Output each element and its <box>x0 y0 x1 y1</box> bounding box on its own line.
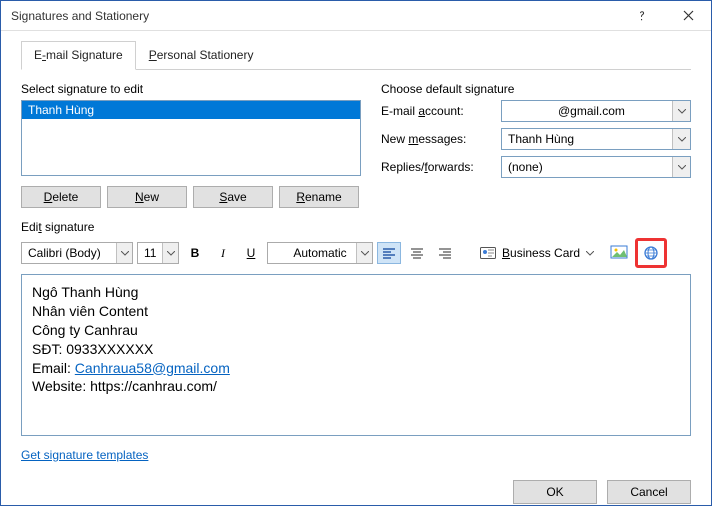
list-item[interactable]: Thanh Hùng <box>22 101 360 119</box>
tabs: E-mail Signature Personal Stationery <box>21 41 691 70</box>
insert-picture-button[interactable] <box>607 242 631 264</box>
help-icon <box>636 10 648 22</box>
replies-forwards-combo[interactable]: (none) <box>501 156 691 178</box>
close-button[interactable] <box>665 1 711 31</box>
save-button[interactable]: Save <box>193 186 273 208</box>
align-right-button[interactable] <box>433 242 457 264</box>
select-signature-label: Select signature to edit <box>21 82 361 96</box>
new-messages-value: Thanh Hùng <box>508 132 574 146</box>
align-center-icon <box>410 247 424 259</box>
delete-button[interactable]: Delete <box>21 186 101 208</box>
chevron-down-icon <box>356 243 372 263</box>
ok-button[interactable]: OK <box>513 480 597 504</box>
picture-icon <box>610 245 628 261</box>
editor-line: Email: Canhraua58@gmail.com <box>32 359 680 378</box>
close-icon <box>683 10 694 21</box>
help-button[interactable] <box>619 1 665 31</box>
email-link[interactable]: Canhraua58@gmail.com <box>75 360 230 376</box>
font-size-combo[interactable]: 11 <box>137 242 179 264</box>
chevron-down-icon <box>672 101 690 121</box>
hyperlink-icon <box>642 245 660 261</box>
replies-forwards-label: Replies/forwards: <box>381 160 501 174</box>
business-card-icon <box>480 246 496 260</box>
titlebar: Signatures and Stationery <box>1 1 711 31</box>
align-center-button[interactable] <box>405 242 429 264</box>
align-right-icon <box>438 247 452 259</box>
edit-signature-label: Edit signature <box>21 220 691 234</box>
highlight-annotation <box>635 238 667 268</box>
font-combo[interactable]: Calibri (Body) <box>21 242 133 264</box>
email-account-value: @gmail.com <box>558 104 625 118</box>
rename-button[interactable]: Rename <box>279 186 359 208</box>
email-account-combo[interactable]: @gmail.com <box>501 100 691 122</box>
font-size-value: 11 <box>144 246 156 260</box>
email-account-label: E-mail account: <box>381 104 501 118</box>
dialog-title: Signatures and Stationery <box>11 9 619 23</box>
chevron-down-icon <box>586 251 594 256</box>
business-card-button[interactable]: Business Card <box>471 242 603 264</box>
chevron-down-icon <box>672 129 690 149</box>
align-left-button[interactable] <box>377 242 401 264</box>
editor-line: Công ty Canhrau <box>32 321 680 340</box>
align-left-icon <box>382 247 396 259</box>
editor-line: SĐT: 0933XXXXXX <box>32 340 680 359</box>
signature-editor[interactable]: Ngô Thanh Hùng Nhân viên Content Công ty… <box>21 274 691 436</box>
new-messages-combo[interactable]: Thanh Hùng <box>501 128 691 150</box>
signature-listbox[interactable]: Thanh Hùng <box>21 100 361 176</box>
editor-line: Ngô Thanh Hùng <box>32 283 680 302</box>
chevron-down-icon <box>116 243 132 263</box>
bold-button[interactable]: B <box>183 242 207 264</box>
get-templates-link[interactable]: Get signature templates <box>21 448 148 462</box>
new-messages-label: New messages: <box>381 132 501 146</box>
font-color-combo[interactable]: Automatic <box>267 242 373 264</box>
new-button[interactable]: New <box>107 186 187 208</box>
chevron-down-icon <box>162 243 178 263</box>
replies-forwards-value: (none) <box>508 160 543 174</box>
font-value: Calibri (Body) <box>28 246 101 260</box>
insert-hyperlink-button[interactable] <box>639 242 663 264</box>
editor-line: Website: https://canhrau.com/ <box>32 377 680 396</box>
cancel-button[interactable]: Cancel <box>607 480 691 504</box>
italic-button[interactable]: I <box>211 242 235 264</box>
edit-toolbar: Calibri (Body) 11 B I U Automatic Busine… <box>21 238 691 268</box>
underline-button[interactable]: U <box>239 242 263 264</box>
chevron-down-icon <box>672 157 690 177</box>
tab-personal-stationery[interactable]: Personal Stationery <box>136 41 267 69</box>
choose-default-label: Choose default signature <box>381 82 691 96</box>
business-card-label: Business Card <box>502 246 580 260</box>
tab-email-signature[interactable]: E-mail Signature <box>21 41 136 70</box>
editor-line: Nhân viên Content <box>32 302 680 321</box>
